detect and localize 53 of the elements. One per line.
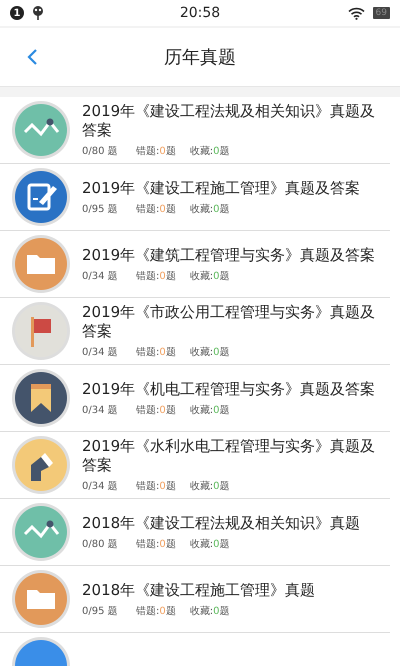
edit-icon [15,171,67,223]
folder-icon [15,238,67,290]
favorite-count: 收藏:0题 [190,270,230,282]
exam-list-item[interactable]: 2019年《市政公用工程管理与实务》真题及答案 0/34 题 错题:0题 收藏:0题 [0,298,390,365]
favorite-count: 收藏:0题 [190,346,230,359]
exam-title: 2019年《机电工程管理与实务》真题及答案 [82,380,376,398]
exam-title: 2019年《建筑工程管理与实务》真题及答案 [82,246,376,264]
exam-title: 2018年《建设工程施工管理》真题 [82,580,316,600]
question-count: 0/34 题 [82,480,119,493]
wrong-count: 错题:0题 [136,270,176,282]
exam-title: 2019年《建设工程法规及相关知识》真题及答案 [82,102,376,140]
exam-title: 2019年《水利水电工程管理与实务》真题及答案 [82,437,376,475]
question-count: 0/34 题 [82,270,119,282]
wrong-count: 错题:0题 [136,480,176,493]
wrong-count: 错题:0题 [136,202,176,216]
favorite-count: 收藏:0题 [190,144,230,158]
status-time: 20:58 [180,5,220,21]
question-count: 0/80 题 [82,145,119,158]
question-count: 0/95 题 [82,604,119,618]
line-chart-icon [15,506,67,558]
exam-list-item[interactable]: 2019年《建筑工程管理与实务》真题及答案 0/34 题 错题:0题 收藏:0题 [0,231,390,298]
question-count: 0/34 题 [82,346,119,359]
wrong-count: 错题:0题 [136,604,176,618]
exam-list-item[interactable]: 2019年《水利水电工程管理与实务》真题及答案 0/34 题 错题:0题 收藏:0题 [0,432,390,499]
favorite-count: 收藏:0题 [190,480,230,493]
wrong-count: 错题:0题 [136,538,176,550]
exam-list-item[interactable]: 2018年《建设工程施工管理》真题 0/95 题 错题:0题 收藏:0题 [0,566,390,633]
pipe-icon [15,439,67,491]
page-title: 历年真题 [164,46,236,69]
folder-icon [15,573,67,625]
line-chart-icon [15,104,67,156]
question-count: 0/80 题 [82,538,119,550]
wifi-icon [348,6,365,20]
wrong-count: 错题:0题 [136,145,176,158]
exam-title: 2019年《建设工程施工管理》真题及答案 [82,178,362,198]
question-count: 0/95 题 [82,202,119,216]
back-icon[interactable] [26,48,38,66]
exam-title: 2018年《建设工程法规及相关知识》真题 [82,514,362,532]
exam-list-item[interactable]: 2019年《建设工程施工管理》真题及答案 0/95 题 错题:0题 收藏:0题 [0,164,390,231]
wrong-count: 错题:0题 [136,404,176,416]
favorite-count: 收藏:0题 [190,538,230,550]
question-count: 0/34 题 [82,404,119,416]
favorite-count: 收藏:0题 [190,404,230,416]
exam-list-item[interactable]: 2019年《建设工程法规及相关知识》真题及答案 0/80 题 错题:0题 收藏:0题 [0,97,390,164]
wrong-count: 错题:0题 [136,346,176,359]
favorite-count: 收藏:0题 [190,202,230,216]
bookmark-icon [15,372,67,424]
exam-list-item[interactable]: 2018年《建设工程法规及相关知识》真题 0/80 题 错题:0题 收藏:0题 [0,499,390,566]
exam-title: 2019年《市政公用工程管理与实务》真题及答案 [82,303,376,341]
favorite-count: 收藏:0题 [190,604,230,618]
battery-level: 69 [372,7,390,19]
exam-list-item[interactable]: 2019年《机电工程管理与实务》真题及答案 0/34 题 错题:0题 收藏:0题 [0,365,390,432]
notification-count: 1 [10,6,24,20]
